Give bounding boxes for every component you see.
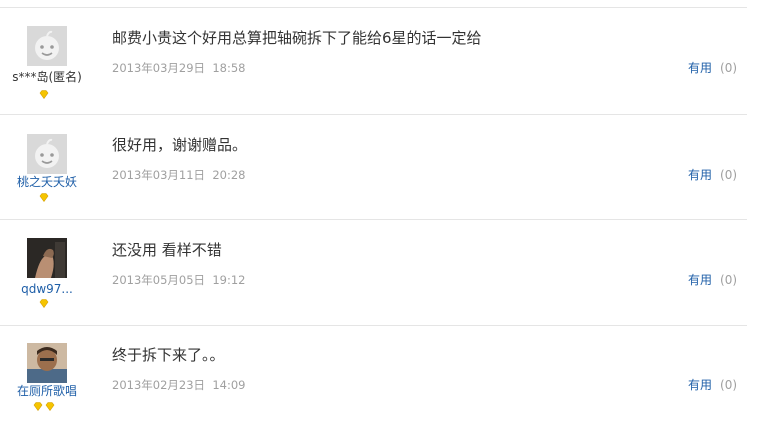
helpful-count: (0)	[720, 378, 738, 392]
helpful-count: (0)	[720, 168, 738, 182]
review-comment: 邮费小贵这个好用总算把轴碗拆下了能给6星的话一定给	[112, 29, 482, 47]
default-avatar-icon	[27, 134, 67, 174]
helpful-vote: 有用 (0)	[688, 61, 737, 75]
helpful-button[interactable]: 有用	[688, 61, 712, 75]
diamond-icon	[39, 90, 49, 99]
helpful-button[interactable]: 有用	[688, 273, 712, 287]
username[interactable]: qdw97...	[0, 282, 94, 296]
review-date: 2013年05月05日	[112, 273, 206, 287]
review-comment: 终于拆下来了。。	[112, 346, 225, 364]
review-timestamp: 2013年02月23日 14:09	[112, 378, 246, 392]
photo-avatar-icon	[27, 238, 67, 278]
review-timestamp: 2013年05月05日 19:12	[112, 273, 246, 287]
username: s***岛(匿名)	[12, 70, 82, 84]
diamond-icon	[45, 402, 55, 411]
helpful-button[interactable]: 有用	[688, 168, 712, 182]
diamond-icon	[33, 402, 43, 411]
review-date: 2013年02月23日	[112, 378, 206, 392]
username[interactable]: 在厕所歌唱	[0, 384, 94, 398]
review-date: 2013年03月29日	[112, 61, 206, 75]
review-timestamp: 2013年03月29日 18:58	[112, 61, 246, 75]
helpful-button[interactable]: 有用	[688, 378, 712, 392]
diamond-icon	[39, 193, 49, 202]
photo-avatar-icon	[27, 343, 67, 383]
helpful-vote: 有用 (0)	[688, 378, 737, 392]
helpful-vote: 有用 (0)	[688, 273, 737, 287]
review-timestamp: 2013年03月11日 20:28	[112, 168, 246, 182]
avatar[interactable]	[27, 343, 67, 383]
level-badges	[0, 193, 88, 202]
review-comment: 很好用，谢谢赠品。	[112, 136, 248, 154]
helpful-count: (0)	[720, 273, 738, 287]
review-time: 20:28	[212, 168, 246, 182]
level-badges	[0, 402, 88, 411]
review-time: 19:12	[212, 273, 246, 287]
avatar[interactable]	[27, 134, 67, 174]
review-item: qdw97... 还没用 看样不错 2013年05月05日 19:12 有用 (0…	[0, 220, 757, 324]
avatar[interactable]	[27, 238, 67, 278]
review-item: 桃之夭夭妖 很好用，谢谢赠品。 2013年03月11日 20:28 有用 (0)	[0, 115, 757, 219]
review-date: 2013年03月11日	[112, 168, 206, 182]
review-time: 18:58	[212, 61, 246, 75]
diamond-icon	[39, 299, 49, 308]
default-avatar-icon	[27, 26, 67, 66]
username[interactable]: 桃之夭夭妖	[0, 175, 94, 189]
review-time: 14:09	[212, 378, 246, 392]
review-list: s***岛(匿名) 邮费小贵这个好用总算把轴碗拆下了能给6星的话一定给 2013…	[0, 0, 757, 411]
review-item: 在厕所歌唱 终于拆下来了。。 2013年02月23日 14:09 有用 (0)	[0, 326, 757, 430]
level-badges	[0, 299, 88, 308]
level-badges	[0, 90, 88, 99]
helpful-count: (0)	[720, 61, 738, 75]
avatar[interactable]	[27, 26, 67, 66]
helpful-vote: 有用 (0)	[688, 168, 737, 182]
review-comment: 还没用 看样不错	[112, 241, 222, 259]
review-item: s***岛(匿名) 邮费小贵这个好用总算把轴碗拆下了能给6星的话一定给 2013…	[0, 8, 757, 112]
